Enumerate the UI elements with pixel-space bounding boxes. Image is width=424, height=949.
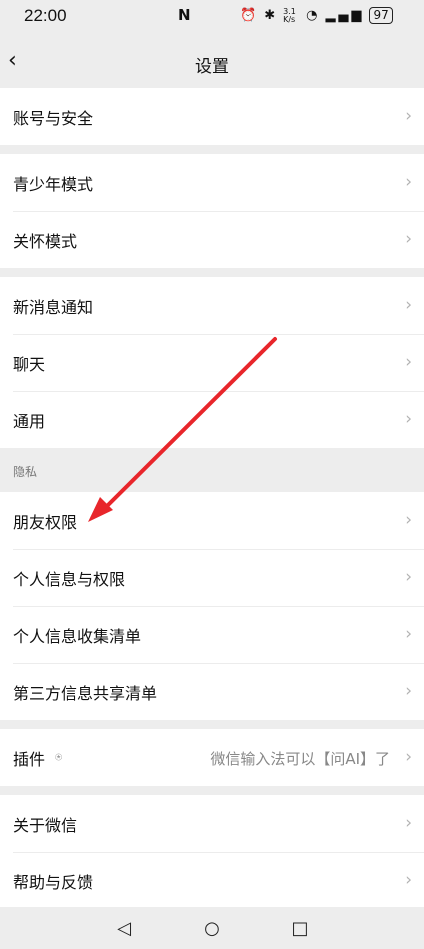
chevron-right-icon: › [405, 229, 412, 249]
row-label: 插件 [13, 749, 46, 769]
settings-group-about: 关于微信 › 帮助与反馈 › [0, 795, 424, 909]
network-speed: 3.1 K/s [283, 6, 296, 24]
row-notifications[interactable]: 新消息通知 › [0, 277, 424, 334]
chevron-right-icon: › [405, 747, 412, 767]
settings-group-plugins: 插件 ⍟ 微信输入法可以【问AI】了 › [0, 729, 424, 786]
nfc-icon: N [178, 6, 191, 24]
nav-recents-icon[interactable]: □ [287, 918, 313, 939]
row-help-feedback[interactable]: 帮助与反馈 › [0, 852, 424, 909]
row-chat[interactable]: 聊天 › [0, 334, 424, 391]
plugin-badge-icon: ⍟ [55, 750, 63, 764]
chevron-right-icon: › [405, 870, 412, 890]
plugin-promo-text: 微信输入法可以【问AI】了 [210, 750, 390, 768]
status-icons: ⏰ ✱ 3.1 K/s ◔ ▂▄▆ 97 [240, 7, 393, 24]
chevron-right-icon: › [405, 681, 412, 701]
divider [0, 145, 424, 154]
row-label: 个人信息收集清单 [13, 626, 142, 646]
system-nav-bar: ◁ ○ □ [0, 907, 424, 949]
chevron-right-icon: › [405, 624, 412, 644]
divider [0, 786, 424, 795]
page-title: 设置 [195, 57, 229, 77]
chevron-right-icon: › [405, 510, 412, 530]
chevron-right-icon: › [405, 409, 412, 429]
chevron-right-icon: › [405, 106, 412, 126]
battery-icon: 97 [369, 7, 393, 24]
row-teen-mode[interactable]: 青少年模式 › [0, 154, 424, 211]
settings-group-general: 新消息通知 › 聊天 › 通用 › [0, 277, 424, 448]
row-label: 关于微信 [13, 815, 78, 835]
row-general[interactable]: 通用 › [0, 391, 424, 448]
row-label: 朋友权限 [13, 512, 78, 532]
nav-back-icon[interactable]: ◁ [111, 918, 137, 939]
wifi-icon: ◔ [306, 8, 321, 23]
settings-group-privacy: 朋友权限 › 个人信息与权限 › 个人信息收集清单 › 第三方信息共享清单 › [0, 492, 424, 720]
status-time: 22:00 [24, 6, 67, 25]
row-third-party-sharing[interactable]: 第三方信息共享清单 › [0, 663, 424, 720]
nav-bar: ‹ 设置 [0, 36, 424, 88]
row-plugins[interactable]: 插件 ⍟ 微信输入法可以【问AI】了 › [0, 729, 424, 786]
chevron-right-icon: › [405, 172, 412, 192]
alarm-icon: ⏰ [240, 8, 260, 23]
chevron-right-icon: › [405, 813, 412, 833]
bluetooth-icon: ✱ [264, 8, 279, 23]
row-label: 青少年模式 [13, 174, 94, 194]
divider [0, 268, 424, 277]
row-label: 账号与安全 [13, 108, 94, 128]
signal-icon: ▂▄▆ [325, 8, 365, 23]
row-label: 新消息通知 [13, 297, 94, 317]
row-label: 个人信息与权限 [13, 569, 126, 589]
settings-group-account: 账号与安全 › [0, 88, 424, 145]
row-label: 通用 [13, 411, 46, 431]
row-personal-info-permissions[interactable]: 个人信息与权限 › [0, 549, 424, 606]
row-friend-permissions[interactable]: 朋友权限 › [0, 492, 424, 549]
divider [0, 720, 424, 729]
nav-home-icon[interactable]: ○ [199, 918, 225, 939]
row-label: 关怀模式 [13, 231, 78, 251]
row-label: 第三方信息共享清单 [13, 683, 158, 703]
chevron-right-icon: › [405, 295, 412, 315]
chevron-right-icon: › [405, 352, 412, 372]
section-label-privacy: 隐私 [0, 448, 424, 492]
row-about-wechat[interactable]: 关于微信 › [0, 795, 424, 852]
row-label: 帮助与反馈 [13, 872, 94, 892]
row-label: 聊天 [13, 354, 46, 374]
settings-group-mode: 青少年模式 › 关怀模式 › [0, 154, 424, 268]
row-account-security[interactable]: 账号与安全 › [0, 88, 424, 145]
row-personal-info-collection[interactable]: 个人信息收集清单 › [0, 606, 424, 663]
chevron-right-icon: › [405, 567, 412, 587]
status-bar: 22:00 N ⏰ ✱ 3.1 K/s ◔ ▂▄▆ 97 [0, 0, 424, 36]
row-care-mode[interactable]: 关怀模式 › [0, 211, 424, 268]
